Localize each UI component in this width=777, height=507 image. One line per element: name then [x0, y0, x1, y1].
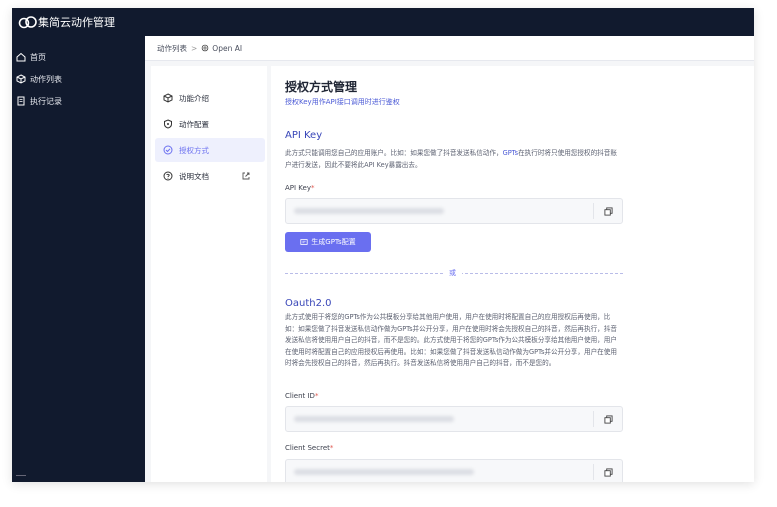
generate-gpts-config-label: 生成GPTs配置: [311, 238, 356, 246]
api-key-description: 此方式只能调用您自己的应用账户。比如：如果您做了抖音发送私信动作，GPTs在执行…: [285, 149, 617, 169]
masked-value: [294, 469, 474, 475]
sidebar-item-execution-log[interactable]: 执行记录: [16, 92, 62, 110]
openai-icon: [202, 44, 209, 52]
cube-icon: [16, 74, 26, 84]
subnav-label: 功能介绍: [179, 93, 209, 103]
breadcrumb: 动作列表 > Open AI: [145, 36, 754, 61]
masked-value: [294, 208, 444, 214]
or-divider-text: 或: [443, 268, 462, 278]
shield-icon: [164, 119, 172, 129]
page-title: 授权方式管理: [285, 80, 358, 94]
cloud-logo-icon: [18, 16, 37, 29]
subnav: 功能介绍 动作配置 授权方式 说明文档: [151, 66, 267, 482]
main-content: 授权方式管理 授权Key用作API接口调用时进行鉴权 API Key 此方式只能…: [271, 66, 754, 482]
config-icon: [300, 239, 308, 245]
copy-icon: [603, 414, 613, 424]
copy-icon: [603, 206, 613, 216]
tab-auth-method[interactable]: 授权方式: [155, 138, 265, 162]
tab-action-config[interactable]: 动作配置: [155, 112, 265, 136]
top-bar: 集简云动作管理: [12, 8, 754, 36]
api-key-heading: API Key: [285, 130, 323, 141]
breadcrumb-current: Open AI: [212, 43, 243, 53]
help-circle-icon: [163, 171, 173, 181]
sidebar-collapse-handle[interactable]: [16, 475, 26, 480]
app-title: 集简云动作管理: [38, 16, 115, 29]
tab-docs[interactable]: 说明文档: [155, 164, 265, 188]
sidebar: 首页 动作列表 执行记录: [12, 36, 145, 482]
client-secret-label: Client Secret*: [285, 444, 334, 452]
sidebar-item-label: 首页: [30, 52, 46, 62]
subnav-label: 授权方式: [179, 145, 209, 155]
copy-button[interactable]: [593, 411, 622, 427]
copy-button[interactable]: [593, 464, 622, 480]
subnav-label: 动作配置: [179, 119, 209, 129]
cube-icon: [163, 93, 173, 103]
home-icon: [16, 52, 26, 62]
breadcrumb-separator: >: [191, 43, 198, 53]
sidebar-item-action-list[interactable]: 动作列表: [16, 70, 62, 88]
client-id-label: Client ID*: [285, 392, 319, 400]
masked-value: [294, 416, 454, 422]
sidebar-item-label: 执行记录: [30, 96, 62, 106]
tab-intro[interactable]: 功能介绍: [155, 86, 265, 110]
check-circle-icon: [163, 145, 173, 155]
external-link-icon[interactable]: [241, 171, 251, 181]
client-id-field[interactable]: [285, 406, 623, 432]
copy-icon: [603, 467, 613, 477]
page-subtitle: 授权Key用作API接口调用时进行鉴权: [285, 98, 400, 106]
oauth-description: 此方式使用于将您的GPTs作为公共模板分享给其他用户使用，用户在使用时将配置自己…: [285, 313, 617, 367]
app-window: 集简云动作管理 首页 动作列表 执行记录 动作列表 > Open AI 功能介绍…: [12, 8, 754, 482]
generate-gpts-config-button[interactable]: 生成GPTs配置: [285, 232, 371, 252]
document-icon: [17, 96, 25, 106]
api-key-field[interactable]: [285, 198, 623, 224]
client-secret-field[interactable]: [285, 459, 623, 482]
api-key-label: API Key*: [285, 184, 315, 192]
copy-button[interactable]: [593, 203, 622, 219]
sidebar-item-home[interactable]: 首页: [16, 48, 46, 66]
breadcrumb-root[interactable]: 动作列表: [157, 43, 187, 54]
oauth-heading: Oauth2.0: [285, 298, 332, 309]
subnav-label: 说明文档: [179, 171, 209, 181]
sidebar-item-label: 动作列表: [30, 74, 62, 84]
